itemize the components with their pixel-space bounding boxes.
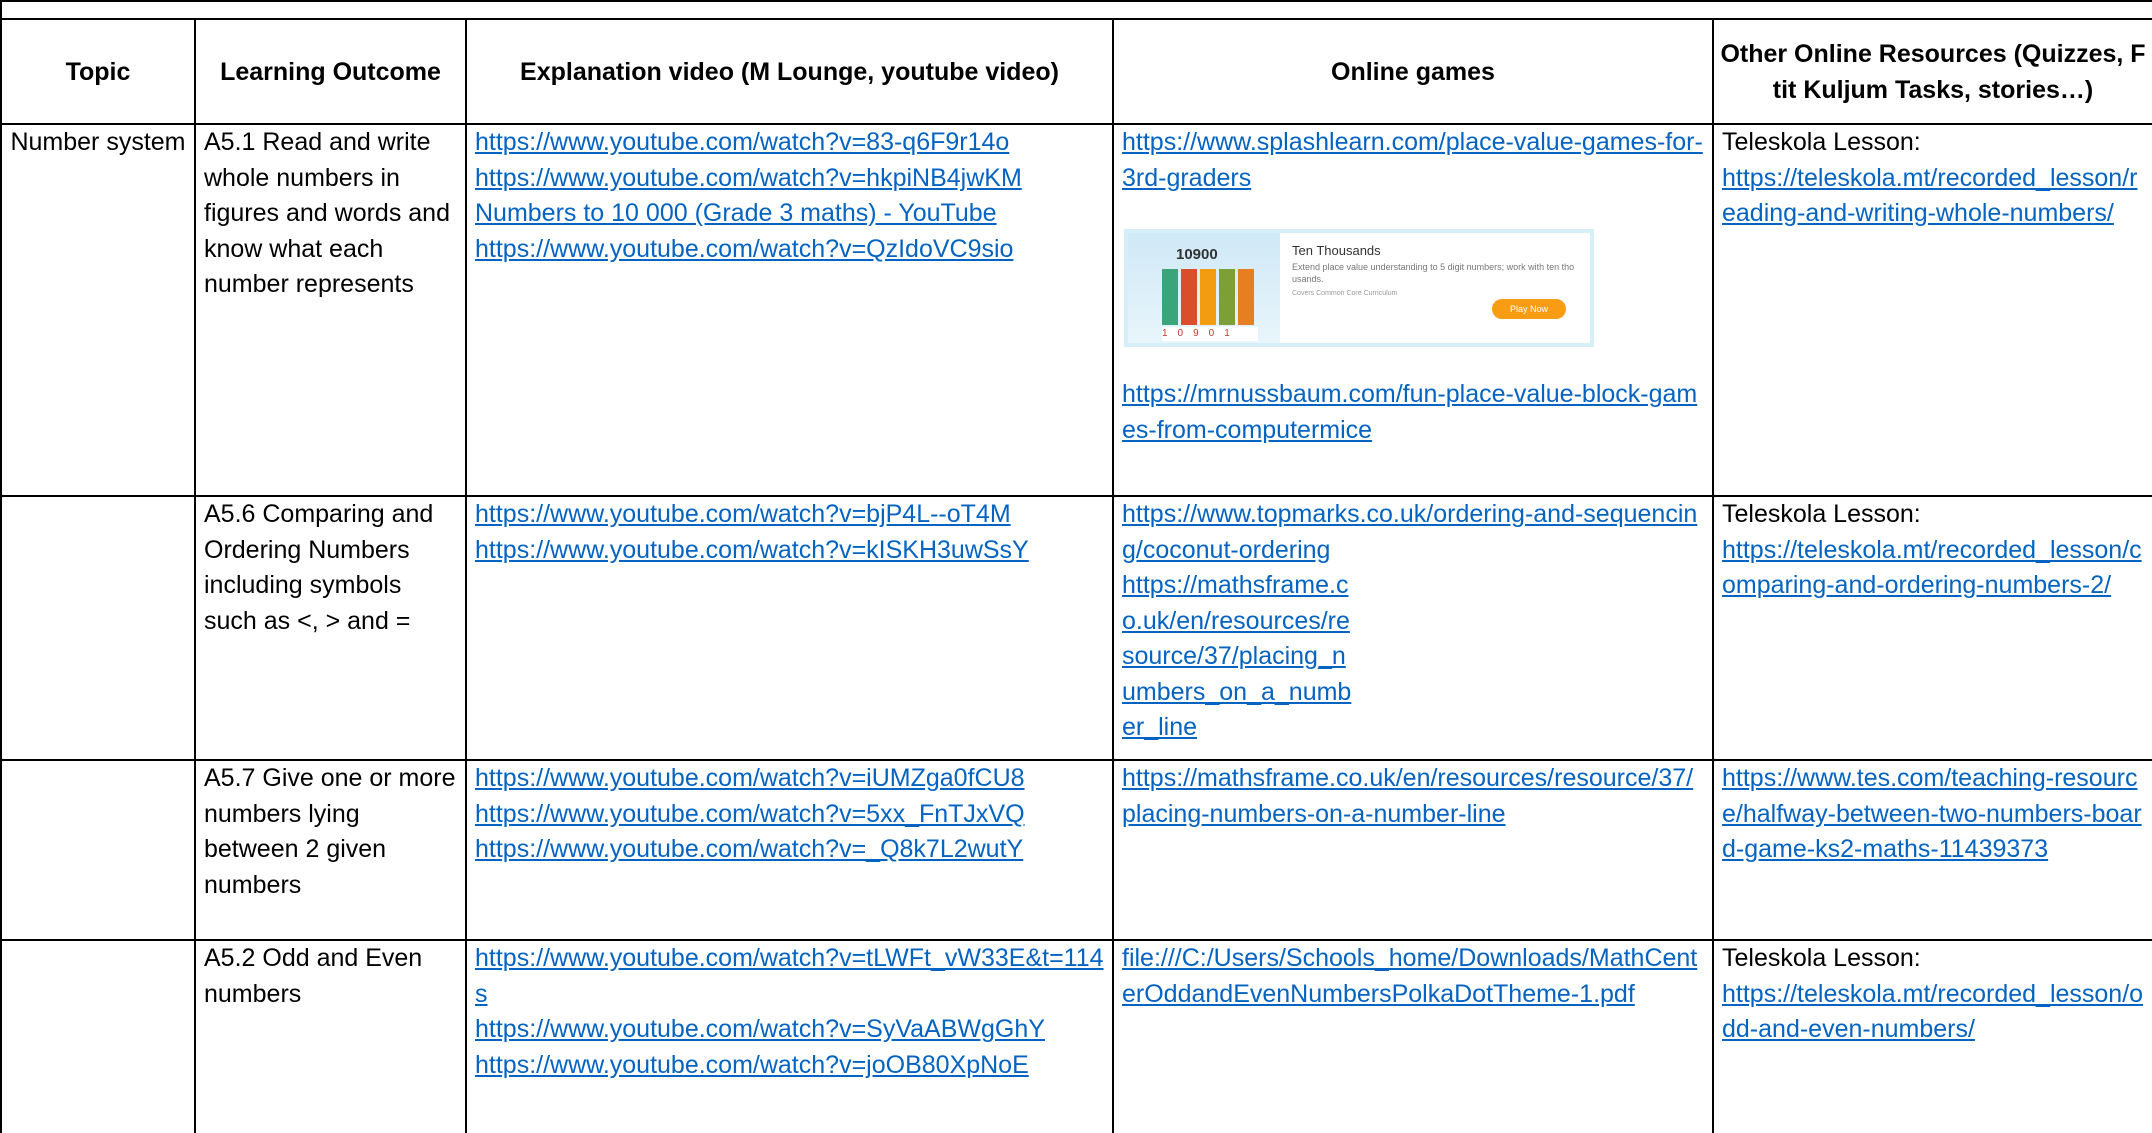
play-now-button[interactable]: Play Now [1491,299,1566,319]
game-link[interactable]: https://mathsframe.co.uk/en/resources/re… [1122,761,1704,832]
video-link[interactable]: https://www.youtube.com/watch?v=iUMZga0f… [475,761,1104,797]
video-link[interactable]: https://www.youtube.com/watch?v=hkpiNB4j… [475,161,1104,197]
video-link[interactable]: Numbers to 10 000 (Grade 3 maths) - YouT… [475,196,1104,232]
table-row: Number system A5.1 Read and write whole … [0,123,2152,497]
preview-description: Extend place value understanding to 5 di… [1292,262,1575,284]
preview-digits: 10901 [1162,327,1258,341]
preview-info: Ten Thousands Extend place value underst… [1280,233,1590,343]
video-link[interactable]: https://www.youtube.com/watch?v=QzIdoVC9… [475,232,1104,268]
video-link[interactable]: https://www.youtube.com/watch?v=5xx_FnTJ… [475,797,1104,833]
video-link[interactable]: https://www.youtube.com/watch?v=kISKH3uw… [475,533,1104,569]
video-cell: https://www.youtube.com/watch?v=83-q6F9r… [465,123,1114,497]
outcome-cell: A5.2 Odd and Even numbers [194,939,467,1133]
game-preview-card[interactable]: 10900 10901 Ten Thousands Extend place v… [1124,229,1594,347]
video-link[interactable]: https://www.youtube.com/watch?v=_Q8k7L2w… [475,832,1104,868]
header-online-games: Online games [1112,18,1714,125]
preview-number: 10900 [1176,246,1218,263]
header-row: Topic Learning Outcome Explanation video… [0,18,2152,125]
left-border [0,0,2,18]
outcome-text: A5.6 Comparing and Ordering Numbers incl… [204,500,434,635]
video-cell: https://www.youtube.com/watch?v=tLWFt_vW… [465,939,1114,1133]
outcome-text: A5.1 Read and write whole numbers in fig… [204,128,450,298]
outcome-cell: A5.1 Read and write whole numbers in fig… [194,123,467,497]
video-cell: https://www.youtube.com/watch?v=bjP4L--o… [465,495,1114,761]
header-learning-outcome: Learning Outcome [194,18,467,125]
games-cell: https://mathsframe.co.uk/en/resources/re… [1112,759,1714,941]
other-resources-cell: https://www.tes.com/teaching-resource/ha… [1712,759,2152,941]
resource-link[interactable]: https://teleskola.mt/recorded_lesson/rea… [1722,161,2144,232]
topic-text: Number system [10,128,186,156]
video-link[interactable]: https://www.youtube.com/watch?v=SyVaABWg… [475,1012,1104,1048]
topic-cell [0,759,196,941]
resource-link[interactable]: https://www.tes.com/teaching-resource/ha… [1722,761,2144,868]
place-value-bars [1162,269,1254,325]
outcome-cell: A5.6 Comparing and Ordering Numbers incl… [194,495,467,761]
teleskola-label: Teleskola Lesson: [1722,500,1921,528]
games-cell: https://www.splashlearn.com/place-value-… [1112,123,1714,497]
resource-link[interactable]: https://teleskola.mt/recorded_lesson/com… [1722,533,2144,604]
game-link[interactable]: file:///C:/Users/Schools_home/Downloads/… [1122,941,1704,1012]
teleskola-label: Teleskola Lesson: [1722,944,1921,972]
place-value-bar [1162,269,1178,325]
header-topic: Topic [0,18,196,125]
video-cell: https://www.youtube.com/watch?v=iUMZga0f… [465,759,1114,941]
video-link[interactable]: https://www.youtube.com/watch?v=83-q6F9r… [475,125,1104,161]
top-border [0,0,2152,2]
header-explanation-video: Explanation video (M Lounge, youtube vid… [465,18,1114,125]
header-other-resources: Other Online Resources (Quizzes, Ftit Ku… [1712,18,2152,125]
other-resources-cell: Teleskola Lesson: https://teleskola.mt/r… [1712,495,2152,761]
video-link[interactable]: https://www.youtube.com/watch?v=bjP4L--o… [475,497,1104,533]
table-row: A5.6 Comparing and Ordering Numbers incl… [0,495,2152,761]
video-link[interactable]: https://www.youtube.com/watch?v=joOB80Xp… [475,1048,1104,1084]
place-value-bar [1238,269,1254,325]
other-resources-cell: Teleskola Lesson: https://teleskola.mt/r… [1712,123,2152,497]
game-link[interactable]: https://www.splashlearn.com/place-value-… [1122,125,1704,196]
place-value-bar [1219,269,1235,325]
game-link[interactable]: https://mathsframe.co.uk/en/resources/re… [1122,568,1352,746]
table-row: A5.2 Odd and Even numbers https://www.yo… [0,939,2152,1133]
outcome-cell: A5.7 Give one or more numbers lying betw… [194,759,467,941]
place-value-bar [1181,269,1197,325]
game-link[interactable]: https://www.topmarks.co.uk/ordering-and-… [1122,497,1704,568]
teleskola-label: Teleskola Lesson: [1722,128,1921,156]
video-link[interactable]: https://www.youtube.com/watch?v=tLWFt_vW… [475,941,1104,1012]
resource-link[interactable]: https://teleskola.mt/recorded_lesson/odd… [1722,977,2144,1048]
table-row: A5.7 Give one or more numbers lying betw… [0,759,2152,941]
resources-table: Topic Learning Outcome Explanation video… [0,18,2152,1133]
preview-meta: Covers Common Core Curriculum [1292,290,1398,297]
game-link[interactable]: https://mrnussbaum.com/fun-place-value-b… [1122,377,1704,448]
topic-cell: Number system [0,123,196,497]
outcome-text: A5.2 Odd and Even numbers [204,944,423,1008]
other-resources-cell: Teleskola Lesson: https://teleskola.mt/r… [1712,939,2152,1133]
document-page: Topic Learning Outcome Explanation video… [0,0,2152,1133]
games-cell: https://www.topmarks.co.uk/ordering-and-… [1112,495,1714,761]
topic-cell [0,495,196,761]
topic-cell [0,939,196,1133]
preview-illustration: 10900 10901 [1128,233,1280,343]
preview-title: Ten Thousands [1292,243,1381,258]
place-value-bar [1200,269,1216,325]
outcome-text: A5.7 Give one or more numbers lying betw… [204,764,456,899]
games-cell: file:///C:/Users/Schools_home/Downloads/… [1112,939,1714,1133]
